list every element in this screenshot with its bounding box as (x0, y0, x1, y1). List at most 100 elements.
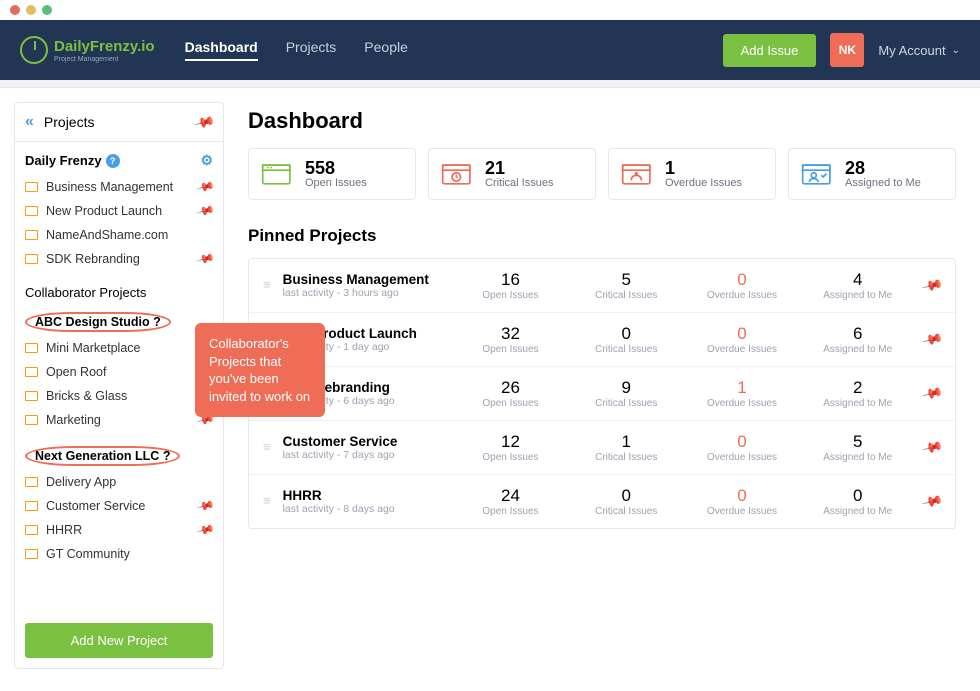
folder-icon (25, 206, 38, 216)
zoom-window-icon[interactable] (42, 5, 52, 15)
pin-icon[interactable]: 📌 (196, 249, 216, 269)
project-name: Marketing (46, 413, 101, 427)
nav-dashboard[interactable]: Dashboard (185, 39, 258, 61)
critical-issues-value: 5 (568, 270, 684, 290)
stat-card[interactable]: 21Critical Issues (428, 148, 596, 200)
project-name: Open Roof (46, 365, 106, 379)
help-icon[interactable]: ? (163, 449, 171, 463)
minimize-window-icon[interactable] (26, 5, 36, 15)
sidebar-project-item[interactable]: Marketing📌 (25, 408, 213, 432)
critical-issues-value: 9 (568, 378, 684, 398)
overdue-issues-value: 0 (684, 486, 800, 506)
folder-icon (25, 477, 38, 487)
project-name: HHRR (283, 488, 453, 503)
pin-icon[interactable]: 📌 (920, 328, 944, 351)
pin-icon[interactable]: 📌 (196, 496, 216, 516)
sidebar-project-item[interactable]: Business Management 📌 (25, 175, 213, 199)
drag-handle-icon[interactable]: ≡ (263, 444, 271, 451)
user-avatar[interactable]: NK (830, 33, 864, 67)
open-issues-value: 16 (453, 270, 569, 290)
assigned-value: 6 (800, 324, 916, 344)
drag-handle-icon[interactable]: ≡ (263, 498, 271, 505)
collapse-sidebar-icon[interactable]: « (25, 113, 34, 131)
pin-icon[interactable]: 📌 (920, 382, 944, 405)
critical-issues-value: 0 (568, 324, 684, 344)
pin-icon[interactable]: 📌 (920, 490, 944, 513)
pin-icon[interactable]: 📌 (196, 520, 216, 540)
stat-value: 28 (845, 159, 921, 177)
page-title: Dashboard (248, 108, 956, 134)
clock-icon (20, 36, 48, 64)
overdue-issues-value: 0 (684, 432, 800, 452)
open-issues-value: 24 (453, 486, 569, 506)
folder-icon (25, 415, 38, 425)
sidebar-project-item[interactable]: New Product Launch📌 (25, 199, 213, 223)
project-name: HHRR (46, 523, 82, 537)
project-name: Bricks & Glass (46, 389, 127, 403)
sidebar-project-item[interactable]: HHRR 📌 (25, 518, 213, 542)
pinned-projects-title: Pinned Projects (248, 226, 956, 246)
chevron-down-icon: ⌄ (952, 45, 960, 56)
pinned-project-row[interactable]: ≡HHRRlast activity - 8 days ago24Open Is… (249, 475, 955, 528)
project-name: NameAndShame.com (46, 228, 168, 242)
folder-icon (25, 501, 38, 511)
stat-value: 21 (485, 159, 553, 177)
stat-value: 558 (305, 159, 367, 177)
critical-issues-value: 0 (568, 486, 684, 506)
pin-icon[interactable]: 📌 (920, 436, 944, 459)
project-name: Delivery App (46, 475, 116, 489)
close-window-icon[interactable] (10, 5, 20, 15)
folder-icon (25, 182, 38, 192)
main-content: Dashboard 558Open Issues21Critical Issue… (224, 88, 980, 691)
folder-icon (25, 391, 38, 401)
stat-label: Assigned to Me (845, 177, 921, 189)
drag-handle-icon[interactable]: ≡ (263, 282, 271, 289)
sidebar-project-item[interactable]: GT Community (25, 542, 213, 566)
pin-icon[interactable]: 📌 (920, 274, 944, 297)
stat-card[interactable]: 558Open Issues (248, 148, 416, 200)
pinned-project-row[interactable]: ≡New Product Launchlast activity - 1 day… (249, 313, 955, 367)
assigned-value: 5 (800, 432, 916, 452)
callout-tooltip: Collaborator's Projects that you've been… (195, 323, 325, 417)
collab-group-nextgen[interactable]: Next Generation LLC ? (25, 446, 180, 466)
folder-icon (25, 230, 38, 240)
separator-strip (0, 80, 980, 88)
pinned-project-row[interactable]: ≡Business Managementlast activity - 3 ho… (249, 259, 955, 313)
sidebar-project-item[interactable]: Mini Marketplace (25, 336, 213, 360)
sidebar-project-item[interactable]: NameAndShame.com (25, 223, 213, 247)
sidebar-project-item[interactable]: Open Roof (25, 360, 213, 384)
nav-projects[interactable]: Projects (286, 39, 337, 61)
help-icon[interactable]: ? (153, 315, 161, 329)
collab-group-abc[interactable]: ABC Design Studio ? (25, 312, 171, 332)
brand-logo[interactable]: DailyFrenzy.io Project Management (20, 36, 155, 64)
stat-icon (801, 160, 835, 188)
stat-label: Open Issues (305, 177, 367, 189)
pinned-project-row[interactable]: ≡Customer Servicelast activity - 7 days … (249, 421, 955, 475)
add-issue-button[interactable]: Add Issue (723, 34, 817, 67)
help-icon[interactable]: ? (106, 154, 120, 168)
last-activity: last activity - 3 hours ago (283, 287, 453, 299)
sidebar-project-item[interactable]: Customer Service📌 (25, 494, 213, 518)
folder-icon (25, 525, 38, 535)
project-name: GT Community (46, 547, 130, 561)
sidebar-project-item[interactable]: Bricks & Glass (25, 384, 213, 408)
pin-icon[interactable]: 📌 (196, 201, 216, 221)
stat-card[interactable]: 1Overdue Issues (608, 148, 776, 200)
add-project-button[interactable]: Add New Project (25, 623, 213, 658)
open-issues-value: 32 (453, 324, 569, 344)
pin-icon[interactable]: 📌 (196, 177, 216, 197)
collaborator-section-title: Collaborator Projects (15, 277, 223, 304)
last-activity: last activity - 7 days ago (283, 449, 453, 461)
sidebar-project-item[interactable]: SDK Rebranding📌 (25, 247, 213, 271)
stat-card[interactable]: 28Assigned to Me (788, 148, 956, 200)
project-name: Business Management (46, 180, 173, 194)
sidebar-project-item[interactable]: Delivery App (25, 470, 213, 494)
stat-icon (261, 160, 295, 188)
nav-people[interactable]: People (364, 39, 408, 61)
overdue-issues-value: 0 (684, 270, 800, 290)
pinned-project-row[interactable]: ≡SDK Rebrandinglast activity - 6 days ag… (249, 367, 955, 421)
my-account-menu[interactable]: My Account ⌄ (878, 43, 960, 58)
settings-icon[interactable]: ⚙ (200, 152, 213, 169)
pin-icon[interactable]: 📌 (192, 110, 216, 133)
open-issues-value: 26 (453, 378, 569, 398)
